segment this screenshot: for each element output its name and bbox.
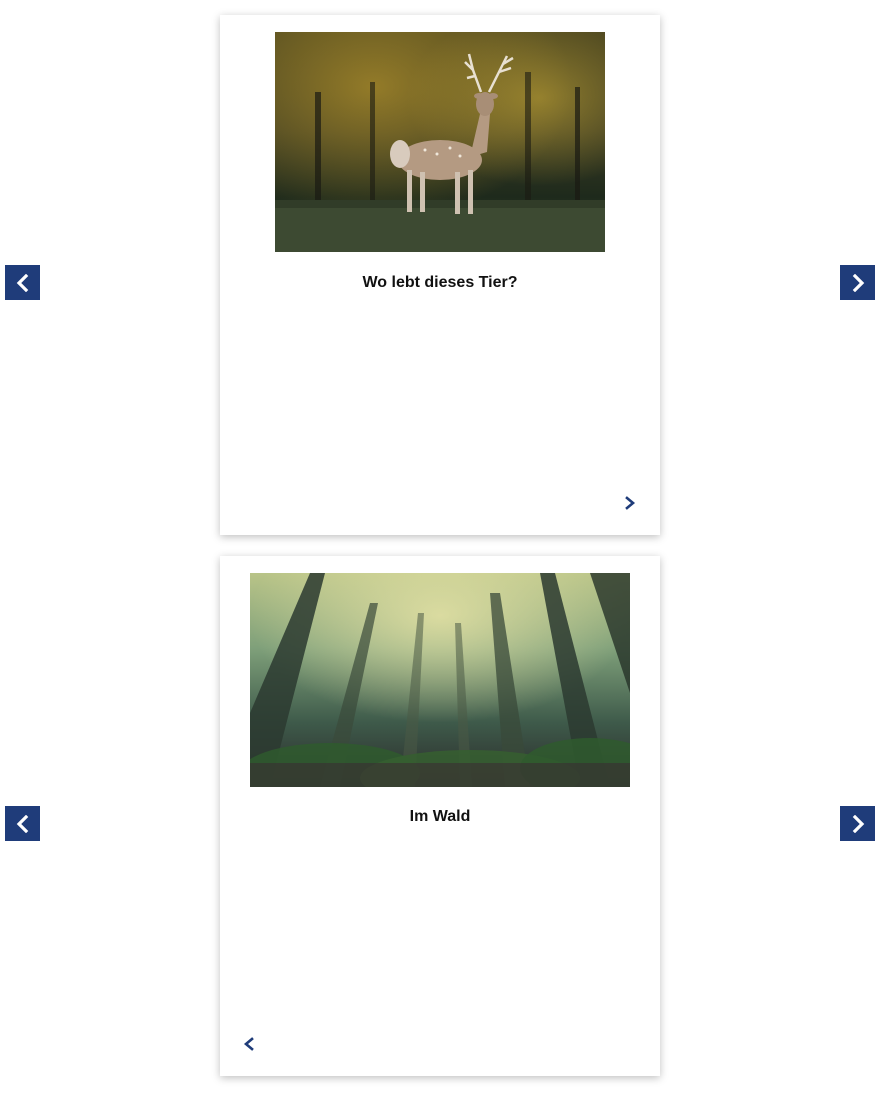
carousel-next-button[interactable] (840, 265, 875, 300)
chevron-left-icon (243, 1037, 254, 1051)
flashcard-front: Wo lebt dieses Tier? (220, 15, 660, 535)
carousel-next-button[interactable] (840, 806, 875, 841)
chevron-left-icon (16, 273, 28, 292)
chevron-right-icon (852, 273, 864, 292)
flip-card-button[interactable] (620, 493, 640, 513)
carousel-row-1: Wo lebt dieses Tier? (0, 15, 878, 535)
flip-back-button[interactable] (239, 1034, 259, 1054)
chevron-left-icon (16, 814, 28, 833)
carousel-row-2: Im Wald (0, 556, 878, 1076)
deer-photo (275, 32, 605, 252)
forest-photo (250, 573, 630, 787)
chevron-right-icon (852, 814, 864, 833)
flashcard-back: Im Wald (220, 556, 660, 1076)
carousel-prev-button[interactable] (5, 806, 40, 841)
chevron-right-icon (625, 496, 636, 510)
carousel-prev-button[interactable] (5, 265, 40, 300)
card-question: Wo lebt dieses Tier? (362, 274, 518, 291)
card-answer: Im Wald (409, 808, 471, 825)
